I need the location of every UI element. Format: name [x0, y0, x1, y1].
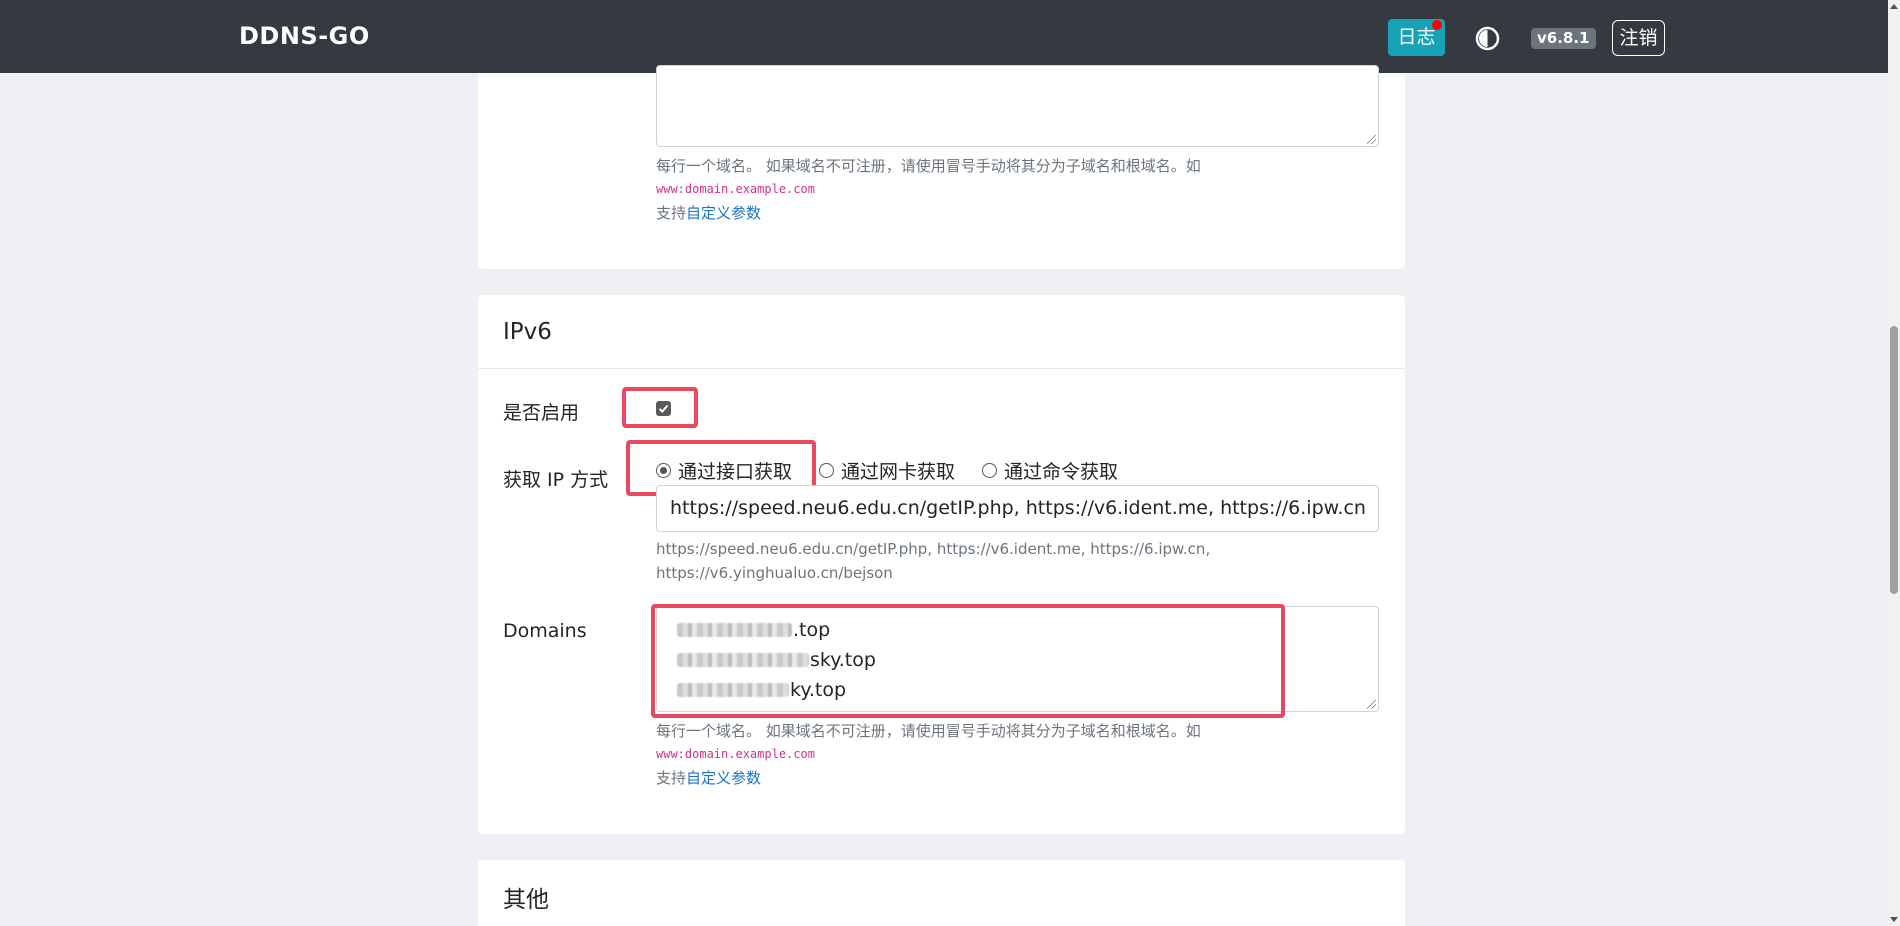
- top-navbar: DDNS-GO 日志 v6.8.1 注销: [0, 0, 1888, 73]
- domain-example-code: www:domain.example.com: [656, 747, 815, 761]
- notification-dot: [1432, 20, 1442, 30]
- radio-command-label: 通过命令获取: [1004, 461, 1119, 483]
- ipv6-card: IPv6 是否启用 获取 IP 方式 通过接口获取 通过网卡获取 通过命令获取 …: [478, 295, 1405, 834]
- radio-unselected-icon: [982, 463, 997, 478]
- ip-method-label: 获取 IP 方式: [503, 469, 609, 491]
- highlight-box-domains: [651, 604, 1285, 718]
- log-button[interactable]: 日志: [1388, 19, 1445, 56]
- card-divider: [478, 368, 1405, 369]
- ipv6-card-title: IPv6: [503, 319, 552, 345]
- support-prefix: 支持: [656, 769, 687, 787]
- scrollbar-thumb[interactable]: [1890, 326, 1898, 594]
- brand-logo[interactable]: DDNS-GO: [239, 22, 370, 50]
- ip-url-input[interactable]: https://speed.neu6.edu.cn/getIP.php, htt…: [656, 485, 1379, 532]
- domain-help-text: 每行一个域名。 如果域名不可注册，请使用冒号手动将其分为子域名和根域名。如: [656, 157, 1201, 175]
- support-prefix: 支持: [656, 204, 687, 222]
- log-button-label: 日志: [1397, 26, 1436, 48]
- custom-params-link[interactable]: 自定义参数: [686, 204, 761, 222]
- custom-params-link[interactable]: 自定义参数: [686, 769, 761, 787]
- highlight-box-enable: [622, 387, 698, 428]
- domain-example-code: www:domain.example.com: [656, 182, 815, 196]
- scroll-down-arrow-icon[interactable]: [1890, 917, 1898, 922]
- half-circle-theme-icon[interactable]: [1475, 26, 1500, 51]
- url-help-line-1: https://speed.neu6.edu.cn/getIP.php, htt…: [656, 540, 1211, 558]
- logout-button[interactable]: 注销: [1612, 20, 1665, 56]
- scroll-up-arrow-icon[interactable]: [1890, 4, 1898, 9]
- support-text: 支持自定义参数: [656, 202, 761, 223]
- radio-netcard-label: 通过网卡获取: [841, 461, 956, 483]
- other-card: 其他: [478, 860, 1405, 926]
- resize-grip-icon[interactable]: [1367, 135, 1376, 144]
- url-help-line-2: https://v6.yinghualuo.cn/bejson: [656, 564, 893, 582]
- support-text: 支持自定义参数: [656, 767, 761, 788]
- radio-command[interactable]: 通过命令获取: [982, 457, 1118, 484]
- radio-netcard[interactable]: 通过网卡获取: [819, 457, 955, 484]
- other-card-title: 其他: [503, 887, 549, 913]
- ipv4-domains-textarea[interactable]: [656, 65, 1379, 147]
- domains-label: Domains: [503, 620, 587, 642]
- radio-unselected-icon: [819, 463, 834, 478]
- domain-help-text: 每行一个域名。 如果域名不可注册，请使用冒号手动将其分为子域名和根域名。如: [656, 722, 1201, 740]
- ipv4-card: 每行一个域名。 如果域名不可注册，请使用冒号手动将其分为子域名和根域名。如 ww…: [478, 65, 1405, 269]
- page-scrollbar[interactable]: [1888, 0, 1900, 926]
- enable-label: 是否启用: [503, 402, 580, 424]
- version-badge: v6.8.1: [1531, 28, 1596, 49]
- resize-grip-icon[interactable]: [1367, 700, 1376, 709]
